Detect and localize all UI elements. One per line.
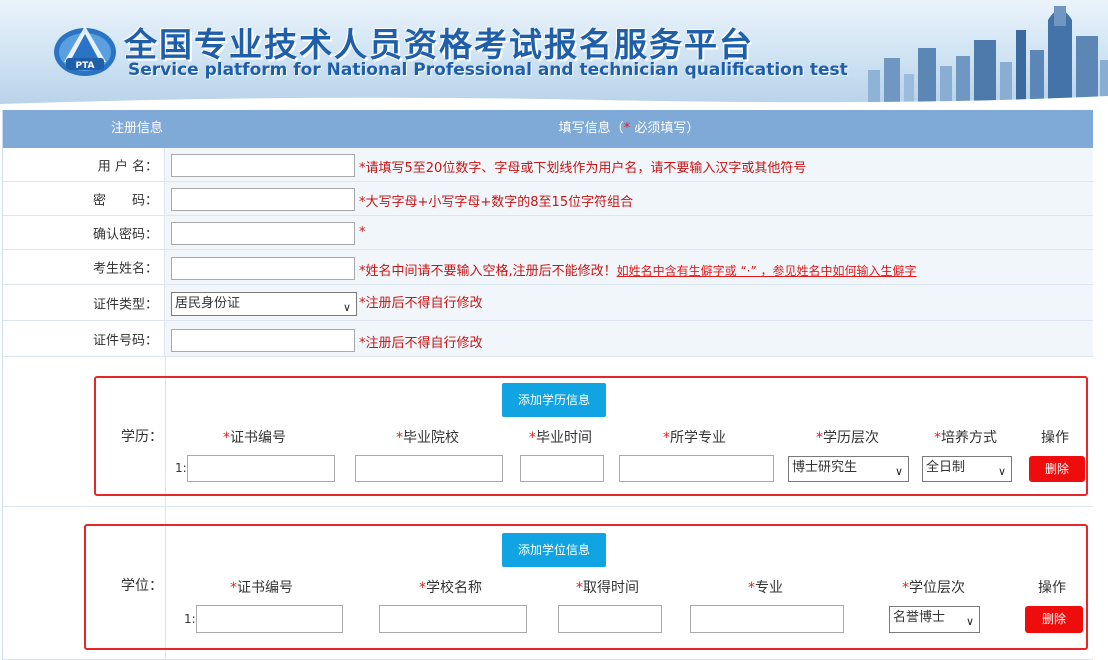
deg-cert-number-input[interactable] — [196, 605, 343, 633]
deg-col-time: *取得时间 — [576, 580, 639, 596]
username-input[interactable] — [171, 154, 355, 177]
chevron-down-icon: ∨ — [965, 615, 974, 628]
id-number-input[interactable] — [171, 329, 355, 352]
add-education-button[interactable]: 添加学历信息 — [502, 383, 606, 417]
edu-cert-number-input[interactable] — [187, 455, 335, 482]
row-candidate-name: 考生姓名： *姓名中间请不要输入空格,注册后不能修改！如姓名中含有生僻字或 “·… — [3, 250, 1093, 285]
row-id-type: 证件类型： 居民身份证 ∨ *注册后不得自行修改 — [3, 285, 1093, 321]
deg-major-input[interactable] — [690, 605, 844, 633]
deg-col-cert-number: *证书编号 — [230, 580, 293, 596]
registration-form: 注册信息 填写信息（* 必须填写） 用 户 名： *请填写5至20位数字、字母或… — [2, 110, 1093, 660]
id-number-label: 证件号码： — [92, 333, 158, 348]
edu-major-input[interactable] — [619, 455, 774, 482]
row-username: 用 户 名： *请填写5至20位数字、字母或下划线作为用户名，请不要输入汉字或其… — [3, 148, 1093, 182]
id-number-hint: *注册后不得自行修改 — [359, 336, 483, 351]
username-hint: *请填写5至20位数字、字母或下划线作为用户名，请不要输入汉字或其他符号 — [359, 161, 807, 176]
username-label: 用 户 名： — [97, 159, 158, 174]
pta-logo-icon: PTA — [54, 26, 116, 76]
candidate-name-input[interactable] — [171, 257, 355, 280]
row-confirm-password: 确认密码： * — [3, 216, 1093, 250]
edu-delete-button[interactable]: 删除 — [1029, 456, 1085, 482]
rare-character-help-link[interactable]: 如姓名中含有生僻字或 “·” ，参见姓名中如何输入生僻字 — [617, 264, 917, 278]
edu-col-mode: *培养方式 — [934, 430, 997, 446]
degree-label: 学位： — [121, 578, 163, 594]
edu-col-grad-time: *毕业时间 — [529, 430, 592, 446]
id-type-label: 证件类型： — [92, 297, 158, 312]
deg-col-level: *学位层次 — [902, 580, 965, 596]
header-register-info: 注册信息 — [111, 121, 164, 136]
education-label: 学历： — [121, 429, 163, 445]
edu-level-select[interactable]: 博士研究生 ∨ — [788, 456, 909, 482]
add-degree-button[interactable]: 添加学位信息 — [502, 533, 606, 567]
chevron-down-icon: ∨ — [997, 465, 1006, 478]
edu-row-index: 1: — [175, 461, 187, 475]
row-password: 密 码： *大写字母+小写字母+数字的8至15位字符组合 — [3, 182, 1093, 216]
deg-school-input[interactable] — [379, 605, 527, 633]
form-header: 注册信息 填写信息（* 必须填写） — [3, 110, 1093, 148]
edu-grad-time-input[interactable] — [520, 455, 604, 482]
edu-mode-select[interactable]: 全日制 ∨ — [922, 456, 1012, 482]
site-banner: PTA 全国专业技术人员资格考试报名服务平台 Service platform … — [0, 0, 1108, 104]
deg-time-input[interactable] — [558, 605, 662, 633]
deg-row-index: 1: — [184, 612, 196, 626]
password-hint: *大写字母+小写字母+数字的8至15位字符组合 — [359, 195, 634, 210]
city-skyline-illustration — [868, 6, 1108, 104]
banner-subtitle: Service platform for National Profession… — [128, 60, 848, 80]
edu-col-school: *毕业院校 — [396, 430, 459, 446]
banner-title: 全国专业技术人员资格考试报名服务平台 — [124, 25, 754, 64]
edu-col-cert-number: *证书编号 — [223, 430, 286, 446]
chevron-down-icon: ∨ — [342, 301, 351, 314]
deg-col-major: *专业 — [748, 580, 783, 596]
password-input[interactable] — [171, 188, 355, 211]
deg-col-school: *学校名称 — [419, 580, 482, 596]
row-id-number: 证件号码： *注册后不得自行修改 — [3, 321, 1093, 357]
header-fill-info: 填写信息（* 必须填写） — [558, 121, 700, 136]
candidate-name-label: 考生姓名： — [92, 261, 158, 277]
confirm-password-hint: * — [359, 225, 366, 240]
confirm-password-label: 确认密码： — [92, 227, 158, 242]
registration-page: PTA 全国专业技术人员资格考试报名服务平台 Service platform … — [0, 0, 1108, 660]
chevron-down-icon: ∨ — [894, 465, 903, 478]
deg-col-operation: 操作 — [1038, 580, 1066, 596]
password-label: 密 码： — [92, 193, 158, 208]
candidate-name-hint: *姓名中间请不要输入空格,注册后不能修改！ — [359, 264, 617, 279]
logo-text: PTA — [75, 61, 94, 71]
id-type-hint: *注册后不得自行修改 — [359, 296, 483, 311]
edu-col-major: *所学专业 — [663, 430, 726, 446]
id-type-select[interactable]: 居民身份证 ∨ — [171, 292, 357, 316]
confirm-password-input[interactable] — [171, 222, 355, 245]
banner-wave-decoration — [0, 96, 1108, 104]
edu-school-input[interactable] — [355, 455, 503, 482]
edu-col-level: *学历层次 — [816, 430, 879, 446]
deg-level-select[interactable]: 名誉博士 ∨ — [889, 606, 980, 633]
deg-delete-button[interactable]: 删除 — [1025, 606, 1083, 633]
edu-col-operation: 操作 — [1041, 430, 1069, 446]
